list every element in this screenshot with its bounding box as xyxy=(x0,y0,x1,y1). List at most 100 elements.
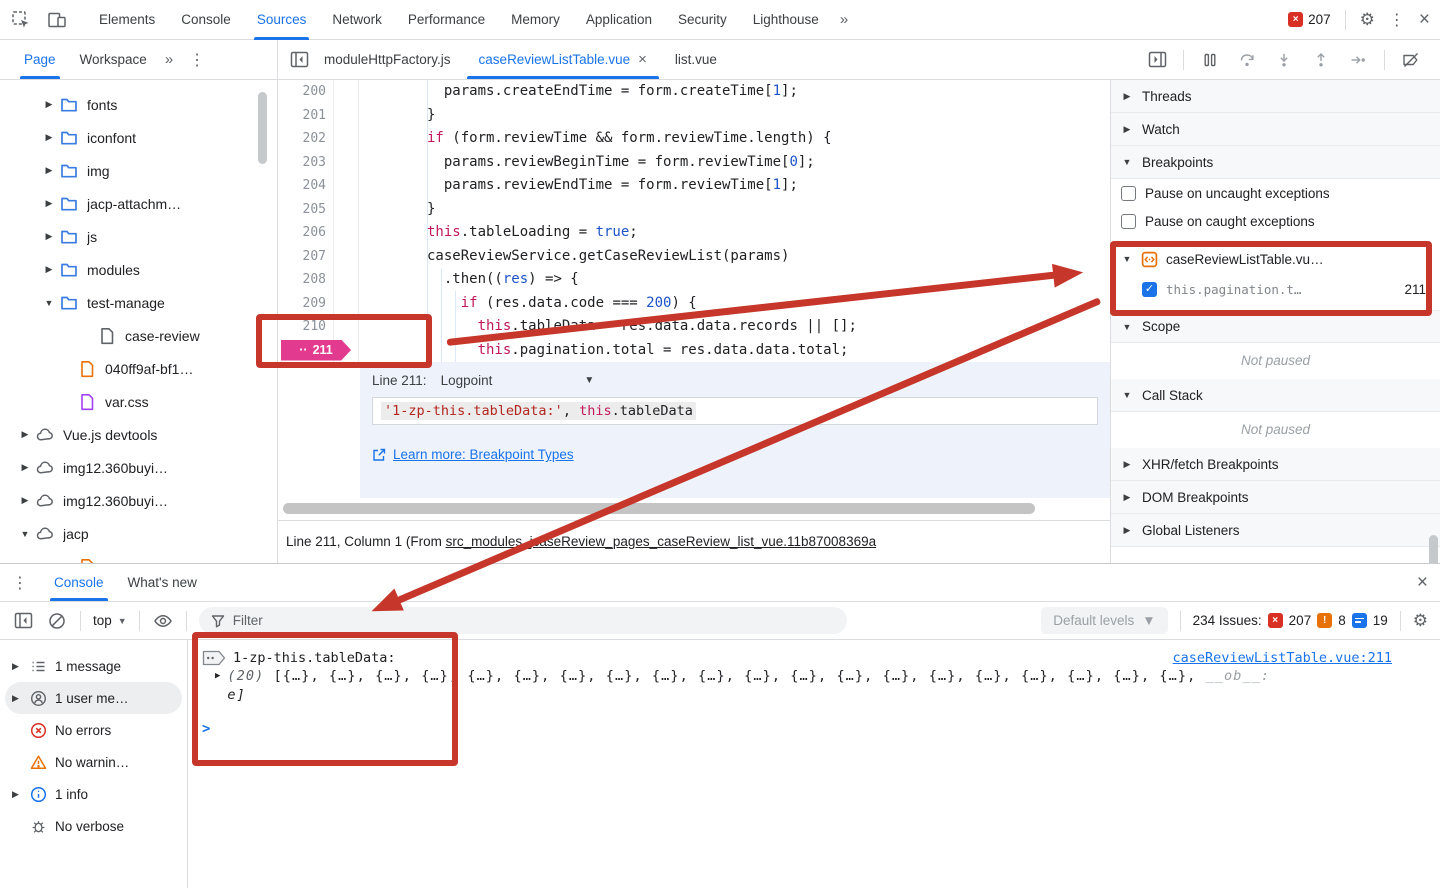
file-tree-row[interactable]: ▶ fonts xyxy=(0,88,277,121)
file-tree-row[interactable]: ▼ jacp xyxy=(0,517,277,550)
panel-tab-sources[interactable]: Sources xyxy=(244,0,320,40)
breakpoint-type-dropdown[interactable]: Logpoint xyxy=(441,373,493,388)
line-number[interactable]: 210 xyxy=(278,315,334,339)
console-settings-icon[interactable]: ⚙ xyxy=(1413,611,1428,631)
file-tree-scrollbar[interactable] xyxy=(258,92,267,164)
line-number[interactable]: 209 xyxy=(278,292,334,316)
file-tree-row[interactable]: case-review xyxy=(0,319,277,352)
line-number[interactable]: 201 xyxy=(278,104,334,128)
tree-disclosure-icon[interactable]: ▶ xyxy=(40,132,58,143)
tree-disclosure-icon[interactable]: ▼ xyxy=(16,529,34,539)
console-sidebar-item[interactable]: No errors xyxy=(5,714,182,746)
section-breakpoints[interactable]: ▼Breakpoints xyxy=(1111,146,1440,179)
code-line[interactable]: 209 if (res.data.code === 200) { xyxy=(278,292,1110,316)
console-sidebar-item[interactable]: No verbose xyxy=(5,810,182,842)
pause-uncaught-checkbox-row[interactable]: Pause on uncaught exceptions xyxy=(1111,179,1440,207)
dropdown-caret-icon[interactable]: ▼ xyxy=(584,375,594,386)
console-sidebar-item[interactable]: No warnin… xyxy=(5,746,182,778)
devtools-menu-icon[interactable]: ⋮ xyxy=(1389,10,1405,29)
navigator-menu-icon[interactable]: ⋮ xyxy=(189,50,205,69)
tree-disclosure-icon[interactable]: ▶ xyxy=(40,198,58,209)
console-sidebar-item[interactable]: ▶ 1 user me… xyxy=(5,682,182,714)
console-menu-icon[interactable]: ⋮ xyxy=(12,573,28,592)
file-tree-row[interactable]: 040ff9af-bf1… xyxy=(0,352,277,385)
code-line[interactable]: 208 .then((res) => { xyxy=(278,268,1110,292)
file-tree-row[interactable]: ▶ modules xyxy=(0,253,277,286)
section-threads[interactable]: ▶Threads xyxy=(1111,80,1440,113)
tree-disclosure-icon[interactable]: ▶ xyxy=(9,693,22,704)
tree-disclosure-icon[interactable]: ▼ xyxy=(40,298,58,308)
code-line[interactable]: 205 } xyxy=(278,198,1110,222)
tree-disclosure-icon[interactable]: ▶ xyxy=(16,495,34,506)
editor-tab-moduleHttpFactory[interactable]: moduleHttpFactory.js xyxy=(310,40,465,79)
breakpoint-file-group[interactable]: ▼ caseReviewListTable.vu… xyxy=(1111,244,1440,274)
close-devtools-icon[interactable]: × xyxy=(1419,9,1430,31)
code-line[interactable]: 201 } xyxy=(278,104,1110,128)
inspect-element-icon[interactable] xyxy=(10,9,32,31)
code-line[interactable]: 207 caseReviewService.getCaseReviewList(… xyxy=(278,245,1110,269)
editor-tab-list[interactable]: list.vue xyxy=(661,40,731,79)
step-out-icon[interactable] xyxy=(1310,49,1332,71)
step-over-icon[interactable] xyxy=(1236,49,1258,71)
panel-tab-console[interactable]: Console xyxy=(168,0,244,40)
toggle-console-sidebar-icon[interactable] xyxy=(12,610,34,632)
breakpoint-gutter[interactable] xyxy=(334,80,359,104)
line-number[interactable]: 204 xyxy=(278,174,334,198)
console-array-preview[interactable]: ▶ (20) [{…}, {…}, {…}, {…}, {…}, {…}, {…… xyxy=(202,667,1440,705)
clear-console-icon[interactable] xyxy=(46,610,68,632)
line-number[interactable]: 205 xyxy=(278,198,334,222)
breakpoint-gutter[interactable] xyxy=(334,104,359,128)
code-line[interactable]: 200 params.createEndTime = form.createTi… xyxy=(278,80,1110,104)
file-tree-row[interactable] xyxy=(0,550,277,563)
breakpoint-types-link[interactable]: Learn more: Breakpoint Types xyxy=(372,447,1110,462)
source-map-link[interactable]: src_modules_jcaseReview_pages_caseReview… xyxy=(446,534,877,549)
javascript-context-dropdown[interactable]: top▼ xyxy=(93,613,127,628)
breakpoint-gutter[interactable] xyxy=(334,127,359,151)
editor-tab-caseReviewListTable[interactable]: caseReviewListTable.vue× xyxy=(465,40,661,79)
console-prompt-chevron[interactable]: > xyxy=(202,721,1440,737)
tab-whats-new[interactable]: What's new xyxy=(116,564,209,601)
panel-tab-elements[interactable]: Elements xyxy=(86,0,168,40)
code-line[interactable]: 202 if (form.reviewTime && form.reviewTi… xyxy=(278,127,1110,151)
file-tree-row[interactable]: var.css xyxy=(0,385,277,418)
code-line[interactable]: 206 this.tableLoading = true; xyxy=(278,221,1110,245)
settings-gear-icon[interactable]: ⚙ xyxy=(1360,10,1375,30)
source-location-link[interactable]: caseReviewListTable.vue:211 xyxy=(1173,650,1392,666)
toggle-debugger-sidebar-icon[interactable] xyxy=(1146,49,1168,71)
breakpoint-gutter[interactable] xyxy=(334,245,359,269)
panel-tab-memory[interactable]: Memory xyxy=(498,0,573,40)
console-sidebar-item[interactable]: ▶ 1 message xyxy=(5,650,182,682)
line-number[interactable]: 202 xyxy=(278,127,334,151)
file-tree-row[interactable]: ▶ img xyxy=(0,154,277,187)
pause-script-icon[interactable] xyxy=(1199,49,1221,71)
log-levels-dropdown[interactable]: Default levels▼ xyxy=(1041,607,1167,634)
file-tree-row[interactable]: ▶ img12.360buyi… xyxy=(0,484,277,517)
more-navigator-tabs-icon[interactable]: » xyxy=(159,51,179,68)
pause-caught-checkbox-row[interactable]: Pause on caught exceptions xyxy=(1111,207,1440,235)
close-tab-icon[interactable]: × xyxy=(638,40,647,79)
code-line[interactable]: 204 params.reviewEndTime = form.reviewTi… xyxy=(278,174,1110,198)
section-watch[interactable]: ▶Watch xyxy=(1111,113,1440,146)
tree-disclosure-icon[interactable]: ▶ xyxy=(9,661,22,672)
tab-page[interactable]: Page xyxy=(12,40,68,79)
tree-disclosure-icon[interactable]: ▶ xyxy=(40,264,58,275)
section-global-listeners[interactable]: ▶Global Listeners xyxy=(1111,514,1440,547)
section-xhr-breakpoints[interactable]: ▶XHR/fetch Breakpoints xyxy=(1111,448,1440,481)
file-tree-row[interactable]: ▶ jacp-attachm… xyxy=(0,187,277,220)
sidebar-scrollbar[interactable] xyxy=(1429,535,1438,563)
close-drawer-icon[interactable]: × xyxy=(1417,572,1428,594)
line-number[interactable]: 200 xyxy=(278,80,334,104)
more-panels-icon[interactable]: » xyxy=(832,11,856,28)
tab-workspace[interactable]: Workspace xyxy=(68,40,159,79)
breakpoint-entry[interactable]: ✓ this.pagination.t… 211 xyxy=(1111,274,1440,304)
panel-tab-application[interactable]: Application xyxy=(573,0,665,40)
checkbox-unchecked[interactable] xyxy=(1121,214,1136,229)
tree-disclosure-icon[interactable]: ▶ xyxy=(40,231,58,242)
tree-disclosure-icon[interactable]: ▶ xyxy=(40,99,58,110)
deactivate-breakpoints-icon[interactable] xyxy=(1400,49,1422,71)
tree-disclosure-icon[interactable]: ▶ xyxy=(16,429,34,440)
code-line[interactable]: ··211 this.pagination.total = res.data.d… xyxy=(278,339,1110,363)
breakpoint-gutter[interactable]: ··211 xyxy=(334,339,359,363)
create-live-expression-icon[interactable] xyxy=(152,610,174,632)
panel-tab-security[interactable]: Security xyxy=(665,0,740,40)
